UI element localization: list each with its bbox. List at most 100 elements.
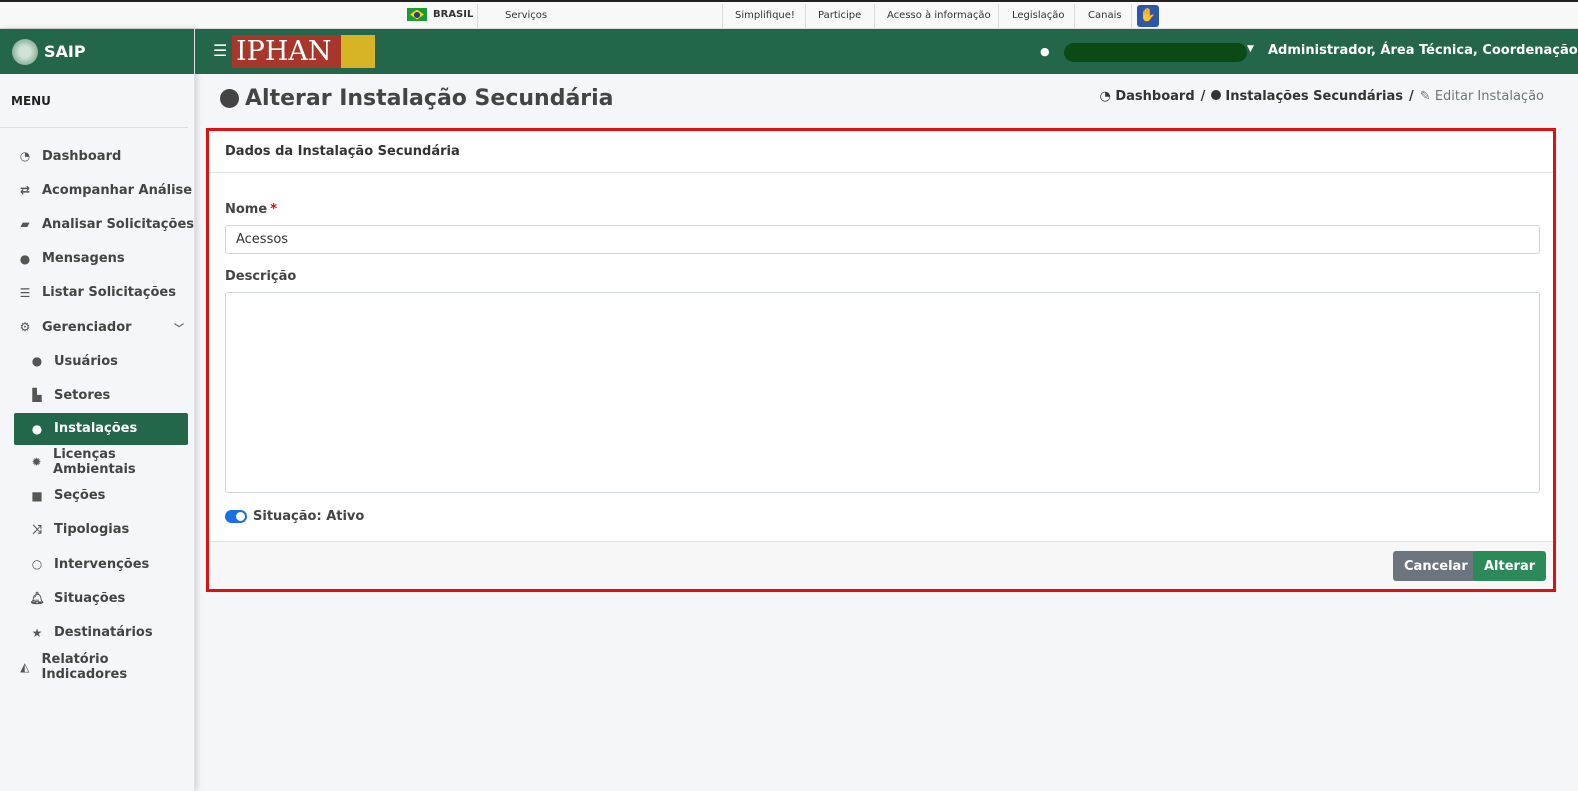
sidebar-item-secoes[interactable]: ■ Seções (0, 479, 194, 513)
cogs-icon: ⚙ (19, 320, 31, 335)
iphan-logo-text: IPHAN (236, 36, 332, 67)
sidebar-item-label: Instalações (54, 421, 138, 436)
user-name[interactable]: Administrador, Área Técnica, Coordenação… (1268, 43, 1578, 58)
sidebar-item-listar-solicitacoes[interactable]: ☰ Listar Solicitações (0, 276, 194, 310)
sidebar-item-dashboard[interactable]: ◔ Dashboard (0, 139, 194, 173)
menu-title: MENU (0, 74, 188, 128)
gov-link-simplifique[interactable]: Simplifique! (735, 10, 795, 21)
breadcrumb-separator: / (1409, 89, 1414, 104)
sidebar-item-label: Mensagens (42, 251, 125, 267)
situacao-label: Situação: Ativo (253, 509, 365, 524)
random-icon: ⤨ (32, 522, 42, 537)
descricao-textarea[interactable] (225, 292, 1540, 493)
brand-label: SAIP (44, 42, 86, 61)
breadcrumb-separator: / (1200, 89, 1206, 104)
breadcrumb-editar: ✎ Editar Instalação (1420, 89, 1544, 104)
gov-link-participe[interactable]: Participe (818, 10, 861, 21)
industry-icon: ▙ (32, 388, 42, 403)
sidebar-item-analisar-solicitacoes[interactable]: ▰ Analisar Solicitações (0, 207, 194, 241)
breadcrumb-instalacoes[interactable]: Instalações Secundárias (1211, 89, 1403, 104)
gov-top-bar: BRASIL Serviços Simplifique! Participe A… (0, 0, 1578, 29)
comments-icon: ● (19, 251, 31, 266)
book-icon: ▰ (20, 217, 30, 232)
situacao-toggle[interactable] (225, 510, 247, 523)
bell-icon: 🔔︎ (29, 591, 45, 606)
page-title: Alterar Instalação Secundária (220, 86, 614, 111)
sidebar-item-label: Analisar Solicitações (42, 216, 194, 232)
sidebar-item-label: Tipologias (54, 522, 130, 538)
user-redacted-field[interactable] (1064, 43, 1247, 62)
chat-icon[interactable]: ● (1040, 45, 1050, 58)
sidebar: SAIP MENU ◔ Dashboard ⇄ Acompanhar Análi… (0, 29, 195, 791)
sidebar-item-label: Seções (54, 488, 106, 504)
divider (805, 4, 806, 28)
sidebar-item-label: Acompanhar Análise (42, 182, 193, 198)
divider (722, 4, 723, 28)
sidebar-item-relatorio-indicadores[interactable]: ◭ Relatório Indicadores (0, 650, 194, 684)
nome-input[interactable] (225, 225, 1540, 254)
chevron-down-icon: ﹀ (174, 323, 184, 335)
sidebar-item-situacoes[interactable]: 🔔︎ Situações (0, 581, 194, 615)
sidebar-item-label: Intervenções (54, 556, 150, 572)
libras-accessibility-icon[interactable]: ✋ (1137, 5, 1159, 27)
tachometer-icon: ◔ (1099, 89, 1116, 104)
top-header: ☰ IPHAN ● ▼ Administrador, Área Técnica,… (195, 29, 1578, 74)
gov-link-acesso[interactable]: Acesso à informação (887, 10, 991, 21)
sidebar-item-mensagens[interactable]: ● Mensagens (0, 242, 194, 276)
hamburger-menu-icon[interactable]: ☰ (213, 41, 227, 60)
sidebar-item-label: Gerenciador (42, 319, 132, 335)
sidebar-item-instalacoes[interactable]: ● Instalações (14, 412, 188, 445)
gov-link-canais[interactable]: Canais (1088, 10, 1122, 21)
gov-link-servicos[interactable]: Serviços (505, 10, 547, 21)
iphan-logo[interactable]: IPHAN (232, 35, 375, 68)
sidebar-item-usuarios[interactable]: ● Usuários (0, 344, 194, 378)
breadcrumb-label: Editar Instalação (1434, 89, 1544, 104)
card-body: Nome* Descrição Situação: Ativo (209, 173, 1553, 524)
sidebar-item-label: Dashboard (42, 148, 122, 164)
sidebar-item-destinatarios[interactable]: ★ Destinatários (0, 615, 194, 649)
edit-icon: ✎ (1419, 89, 1435, 104)
saip-logo-icon (12, 38, 38, 65)
sidebar-item-tipologias[interactable]: ⤨ Tipologias (0, 513, 194, 547)
form-card: Dados da Instalação Secundária Nome* Des… (206, 128, 1556, 592)
gov-link-legislacao[interactable]: Legislação (1012, 10, 1065, 21)
nome-label-text: Nome (225, 202, 268, 217)
sidebar-item-label: Usuários (54, 353, 118, 369)
cancel-button[interactable]: Cancelar (1393, 551, 1479, 581)
tachometer-icon: ◔ (19, 149, 31, 164)
divider (1131, 4, 1132, 28)
descricao-label: Descrição (225, 269, 297, 284)
breadcrumb-label: Dashboard (1115, 89, 1195, 104)
alterar-button[interactable]: Alterar (1473, 551, 1547, 581)
required-marker: * (270, 202, 277, 217)
caret-down-icon[interactable]: ▼ (1247, 44, 1254, 54)
sidebar-item-licencas-ambientais[interactable]: ✹ Licenças Ambientais (0, 445, 194, 479)
card-title: Dados da Instalação Secundária (209, 131, 1553, 173)
sidebar-item-intervencoes[interactable]: ○ Intervenções (0, 547, 194, 581)
sidebar-item-label: Destinatários (54, 625, 153, 641)
situacao-toggle-row: Situação: Ativo (225, 509, 1538, 524)
sidebar-item-gerenciador[interactable]: ⚙ Gerenciador ﹀ (0, 310, 194, 344)
sidebar-item-label: Setores (54, 387, 111, 403)
brasil-link[interactable]: BRASIL (407, 8, 473, 21)
sidebar-item-setores[interactable]: ▙ Setores (0, 378, 194, 412)
sidebar-brand[interactable]: SAIP (0, 29, 194, 74)
divider (477, 4, 478, 28)
list-icon: ☰ (19, 285, 31, 300)
breadcrumb-label: Instalações Secundárias (1225, 89, 1404, 104)
circle-notch-icon: ○ (31, 557, 43, 572)
sidebar-nav: ◔ Dashboard ⇄ Acompanhar Análise ▰ Anali… (0, 128, 194, 684)
brazil-flag-icon (407, 8, 427, 21)
certificate-icon: ✹ (31, 454, 42, 469)
circle-icon (1211, 90, 1222, 100)
brasil-label: BRASIL (433, 9, 474, 20)
nome-label: Nome * (225, 202, 1538, 217)
sidebar-item-label: Licenças Ambientais (53, 446, 136, 477)
sidebar-item-label: Situações (54, 590, 126, 606)
area-chart-icon: ◭ (20, 659, 30, 674)
card-footer: Cancelar Alterar (209, 541, 1553, 589)
sidebar-item-acompanhar-analise[interactable]: ⇄ Acompanhar Análise (0, 173, 194, 207)
exchange-icon: ⇄ (19, 183, 31, 198)
page-title-text: Alterar Instalação Secundária (245, 86, 614, 111)
breadcrumb-dashboard[interactable]: ◔ Dashboard (1099, 89, 1194, 104)
